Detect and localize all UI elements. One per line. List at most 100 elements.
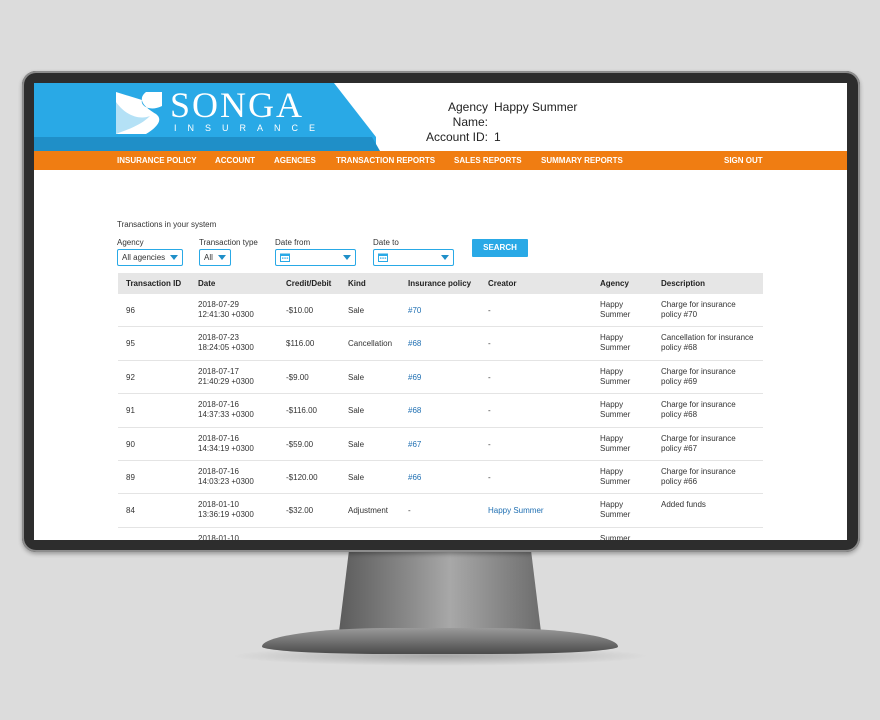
- account-id-label: Account ID:: [425, 130, 488, 144]
- transaction-type-label: Transaction type: [199, 238, 258, 247]
- agency-info: Agency Name: Happy Summer Account ID: 1: [410, 100, 577, 145]
- nav-agencies[interactable]: AGENCIES: [274, 156, 316, 165]
- table-row[interactable]: 84 2018-01-10 13:36:19 +0300 -$32.00 Adju…: [118, 494, 763, 528]
- col-date[interactable]: Date: [198, 279, 215, 288]
- table-row[interactable]: 96 2018-07-29 12:41:30 +0300 -$10.00 Sale…: [118, 294, 763, 328]
- table-row[interactable]: 89 2018-07-16 14:03:23 +0300 -$120.00 Sal…: [118, 461, 763, 495]
- cell-creator: -: [488, 306, 491, 315]
- app-header: SONGA INSURANCE Agency Name: Happy Summe…: [34, 83, 847, 151]
- cell-date: 2018-07-29 12:41:30 +0300: [198, 300, 254, 319]
- chevron-down-icon: [170, 255, 178, 260]
- transaction-type-select[interactable]: All: [199, 249, 231, 266]
- cell-transaction-id: 95: [126, 339, 135, 349]
- cell-amount: $116.00: [286, 339, 315, 349]
- cell-creator: -: [488, 472, 491, 482]
- cell-description: Charge for insurance policy #70: [661, 300, 736, 319]
- nav-insurance-policy[interactable]: INSURANCE POLICY: [117, 156, 197, 165]
- cell-transaction-id: 89: [126, 472, 135, 482]
- calendar-icon: [378, 253, 388, 262]
- nav-summary-reports[interactable]: SUMMARY REPORTS: [541, 156, 623, 165]
- table-row[interactable]: 91 2018-07-16 14:37:33 +0300 -$116.00 Sal…: [118, 394, 763, 428]
- nav-sign-out[interactable]: SIGN OUT: [724, 156, 763, 165]
- cell-policy-link[interactable]: #69: [408, 373, 421, 383]
- cell-description: Charge for insurance policy #68: [661, 400, 736, 420]
- agency-select-value: All agencies: [122, 253, 166, 262]
- cell-amount: -$32.00: [286, 506, 314, 516]
- cell-description: Charge for insurance policy #67: [661, 433, 736, 453]
- cell-policy-link[interactable]: #67: [408, 440, 421, 450]
- table-row[interactable]: 90 2018-07-16 14:34:19 +0300 -$59.00 Sale…: [118, 428, 763, 461]
- agency-name-value: Happy Summer: [494, 100, 578, 114]
- agency-name-label: Agency Name:: [447, 100, 488, 129]
- songa-logo-icon: [116, 92, 162, 134]
- cell-kind: Sale: [348, 372, 365, 382]
- logo-title: SONGA: [170, 85, 305, 125]
- logo-band-shade: [34, 137, 380, 151]
- cell-creator: -: [488, 372, 491, 382]
- chevron-down-icon: [343, 255, 351, 260]
- cell-policy-link[interactable]: #66: [408, 473, 421, 483]
- main-nav: INSURANCE POLICY ACCOUNT AGENCIES TRANSA…: [34, 151, 847, 170]
- cell-description: Charge for insurance policy #69: [661, 366, 736, 386]
- cell-creator: -: [488, 439, 491, 449]
- search-button[interactable]: SEARCH: [472, 239, 528, 257]
- cell-amount: -$9.00: [286, 372, 309, 382]
- chevron-down-icon: [441, 255, 449, 260]
- nav-sales-reports[interactable]: SALES REPORTS: [454, 156, 522, 165]
- transactions-table: Transaction ID Date Credit/Debit Kind In…: [118, 273, 763, 540]
- table-row[interactable]: 92 2018-07-17 21:40:29 +0300 -$9.00 Sale …: [118, 361, 763, 395]
- cell-creator: -: [488, 406, 491, 416]
- table-row[interactable]: 2018-01-10 Summer: [118, 528, 763, 540]
- cell-transaction-id: 91: [126, 406, 135, 416]
- app-screen: SONGA INSURANCE Agency Name: Happy Summe…: [34, 83, 847, 540]
- cell-date: 2018-07-16 14:34:19 +0300: [198, 433, 254, 453]
- cell-agency: Happy Summer: [600, 433, 631, 453]
- date-from-picker[interactable]: [275, 249, 356, 266]
- col-credit-debit[interactable]: Credit/Debit: [286, 279, 331, 288]
- date-from-label: Date from: [275, 238, 311, 247]
- cell-policy-link[interactable]: #68: [408, 339, 421, 349]
- cell-creator[interactable]: Happy Summer: [488, 506, 544, 516]
- col-agency[interactable]: Agency: [600, 279, 629, 288]
- cell-date: 2018-07-23 18:24:05 +0300: [198, 333, 254, 353]
- cell-agency: Happy Summer: [600, 300, 631, 319]
- cell-amount: -$10.00: [286, 306, 314, 315]
- cell-policy-link[interactable]: #70: [408, 306, 421, 316]
- nav-transaction-reports[interactable]: TRANSACTION REPORTS: [336, 156, 435, 165]
- col-kind[interactable]: Kind: [348, 279, 366, 288]
- cell-kind: Sale: [348, 439, 365, 449]
- cell-policy-link[interactable]: -: [408, 506, 411, 516]
- cell-agency: Happy Summer: [600, 400, 631, 420]
- monitor-stand-base: [262, 628, 618, 654]
- cell-date: 2018-01-10 13:36:19 +0300: [198, 500, 254, 520]
- col-insurance-policy[interactable]: Insurance policy: [408, 279, 471, 288]
- cell-transaction-id: 84: [126, 506, 135, 516]
- date-to-label: Date to: [373, 238, 399, 247]
- table-body: 96 2018-07-29 12:41:30 +0300 -$10.00 Sale…: [118, 294, 763, 540]
- date-to-picker[interactable]: [373, 249, 454, 266]
- cell-policy-link[interactable]: #68: [408, 406, 421, 416]
- col-description[interactable]: Description: [661, 279, 705, 288]
- col-creator[interactable]: Creator: [488, 279, 516, 288]
- cell-kind: Sale: [348, 306, 365, 315]
- transactions-title: Transactions in your system: [117, 220, 217, 229]
- cell-kind: Sale: [348, 406, 365, 416]
- cell-kind: Adjustment: [348, 506, 389, 516]
- calendar-icon: [280, 253, 290, 262]
- cell-description: Cancellation for insurance policy #68: [661, 333, 754, 353]
- agency-filter-label: Agency: [117, 238, 144, 247]
- cell-description: Added funds: [661, 500, 706, 510]
- cell-agency: Happy Summer: [600, 466, 631, 486]
- account-id-value: 1: [494, 130, 501, 144]
- col-transaction-id[interactable]: Transaction ID: [126, 279, 181, 288]
- cell-date: 2018-07-16 14:37:33 +0300: [198, 400, 254, 420]
- chevron-down-icon: [218, 255, 226, 260]
- cell-amount: -$116.00: [286, 406, 317, 416]
- cell-agency: Happy Summer: [600, 366, 631, 386]
- cell-agency: Happy Summer: [600, 500, 631, 520]
- agency-select[interactable]: All agencies: [117, 249, 183, 266]
- cell-kind: Sale: [348, 472, 365, 482]
- nav-account[interactable]: ACCOUNT: [215, 156, 255, 165]
- table-row[interactable]: 95 2018-07-23 18:24:05 +0300 $116.00 Canc…: [118, 327, 763, 361]
- cell-kind: Cancellation: [348, 339, 393, 349]
